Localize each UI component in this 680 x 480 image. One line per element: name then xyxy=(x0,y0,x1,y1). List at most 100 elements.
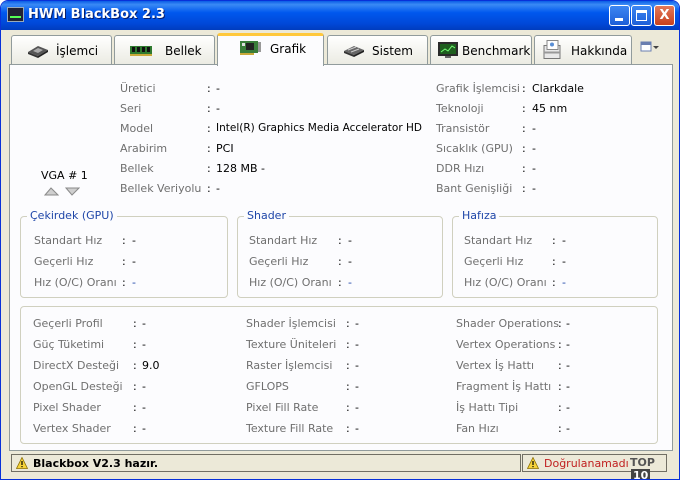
detail-colon: : xyxy=(346,317,350,330)
detail-colon: : xyxy=(346,401,350,414)
detail-value: - xyxy=(142,401,146,414)
tab-label: Sistem xyxy=(372,44,413,58)
group-value: - xyxy=(562,276,566,289)
close-button[interactable]: X xyxy=(654,5,675,26)
tab-overflow-icon xyxy=(640,41,659,52)
top10-logo: TOP10 xyxy=(630,456,666,479)
maximize-icon xyxy=(636,10,647,21)
info-label: Üretici xyxy=(120,82,156,95)
detail-value: - xyxy=(142,338,146,351)
tab-benchmark[interactable]: Benchmark xyxy=(430,35,532,64)
group-value: - xyxy=(348,234,352,247)
group-shader: Shader Standart Hız : - Geçerli Hız : - … xyxy=(237,209,443,298)
detail-value: - xyxy=(566,380,570,393)
status-right-panel[interactable]: Doğrulanamadı TOP10 xyxy=(522,454,667,479)
group-colon: : xyxy=(552,234,556,247)
info-label: Sıcaklık (GPU) xyxy=(436,142,513,155)
group-colon: : xyxy=(122,276,126,289)
group-value: - xyxy=(132,276,136,289)
group-colon: : xyxy=(552,276,556,289)
detail-value: - xyxy=(566,422,570,435)
detail-colon: : xyxy=(346,359,350,372)
detail-value: - xyxy=(142,317,146,330)
group-core-gpu: Çekirdek (GPU) Standart Hız : - Geçerli … xyxy=(20,209,228,298)
details-box: Geçerli Profil : - Güç Tüketimi : - Dire… xyxy=(20,306,658,444)
info-label: Bellek xyxy=(120,162,154,175)
info-colon: : xyxy=(207,162,211,175)
info-colon: : xyxy=(207,82,211,95)
group-colon: : xyxy=(122,255,126,268)
detail-value: - xyxy=(142,422,146,435)
detail-colon: : xyxy=(133,359,137,372)
window-title: HWM BlackBox 2.3 xyxy=(28,7,165,22)
detail-value: - xyxy=(142,380,146,393)
tab-label: İşlemci xyxy=(56,44,99,58)
group-value: - xyxy=(562,255,566,268)
tab-bellek[interactable]: Bellek xyxy=(114,35,215,64)
info-label: Teknoloji xyxy=(436,102,484,115)
tab-label: Hakkında xyxy=(571,44,628,58)
info-label: Seri xyxy=(120,102,142,115)
vga-down-button[interactable] xyxy=(64,186,81,196)
tab-label: Grafik xyxy=(270,42,307,56)
detail-label: Pixel Fill Rate xyxy=(246,401,319,414)
top10-logo-box: 10 xyxy=(631,469,651,480)
detail-value: 9.0 xyxy=(142,359,160,372)
arrow-down-icon xyxy=(64,187,81,196)
detail-value: - xyxy=(566,359,570,372)
cpu-chip-icon xyxy=(28,46,48,58)
group-value: - xyxy=(348,255,352,268)
status-bar: Blackbox V2.3 hazır. Doğrulanamadı TOP10 xyxy=(1,451,679,479)
group-label: Hız (O/C) Oranı xyxy=(464,276,547,289)
group-value: - xyxy=(132,234,136,247)
info-value: Intel(R) Graphics Media Accelerator HD xyxy=(216,122,422,134)
group-title: Shader xyxy=(244,209,289,222)
detail-colon: : xyxy=(558,380,562,393)
detail-label: Shader İşlemcisi xyxy=(246,317,336,330)
info-value: - xyxy=(216,82,220,95)
detail-colon: : xyxy=(133,338,137,351)
info-label: Bellek Veriyolu xyxy=(120,182,202,195)
tab-sistem[interactable]: Sistem xyxy=(327,35,428,64)
tab-hakkinda[interactable]: Hakkında xyxy=(534,35,632,64)
maximize-button[interactable] xyxy=(631,5,652,26)
info-value: - xyxy=(216,182,220,195)
vga-up-button[interactable] xyxy=(43,186,60,196)
info-label: Grafik İşlemcisi xyxy=(436,82,520,95)
detail-colon: : xyxy=(558,422,562,435)
group-colon: : xyxy=(122,234,126,247)
tab-label: Bellek xyxy=(165,44,202,58)
info-colon: : xyxy=(522,162,526,175)
info-value: 45 nm xyxy=(532,102,568,115)
info-colon: : xyxy=(207,122,211,135)
info-colon: : xyxy=(207,182,211,195)
detail-label: DirectX Desteği xyxy=(33,359,120,372)
info-value: Clarkdale xyxy=(532,82,584,95)
info-value: - xyxy=(216,102,220,115)
tab-grafik[interactable]: Grafik xyxy=(217,33,324,66)
ram-module-icon xyxy=(130,46,152,56)
group-label: Geçerli Hız xyxy=(249,255,309,268)
group-colon: : xyxy=(338,255,342,268)
info-label: Model xyxy=(120,122,154,135)
detail-value: - xyxy=(566,338,570,351)
info-label: Arabirim xyxy=(120,142,168,155)
tab-overflow-button[interactable] xyxy=(637,39,661,57)
status-message: Blackbox V2.3 hazır. xyxy=(33,457,159,470)
title-bar[interactable]: HWM BlackBox 2.3 X xyxy=(1,1,679,30)
minimize-button[interactable] xyxy=(609,5,630,26)
detail-label: Vertex Shader xyxy=(33,422,111,435)
group-value: - xyxy=(348,276,352,289)
info-value: - xyxy=(532,142,536,155)
detail-colon: : xyxy=(346,380,350,393)
detail-label: Geçerli Profil xyxy=(33,317,103,330)
group-label: Geçerli Hız xyxy=(34,255,94,268)
detail-colon: : xyxy=(133,317,137,330)
warning-icon xyxy=(527,457,539,469)
detail-colon: : xyxy=(133,422,137,435)
group-colon: : xyxy=(338,276,342,289)
tab-islemci[interactable]: İşlemci xyxy=(11,35,112,64)
detail-label: İş Hattı Tipi xyxy=(456,401,519,414)
detail-value: - xyxy=(355,317,359,330)
detail-label: Texture Üniteleri xyxy=(246,338,337,351)
